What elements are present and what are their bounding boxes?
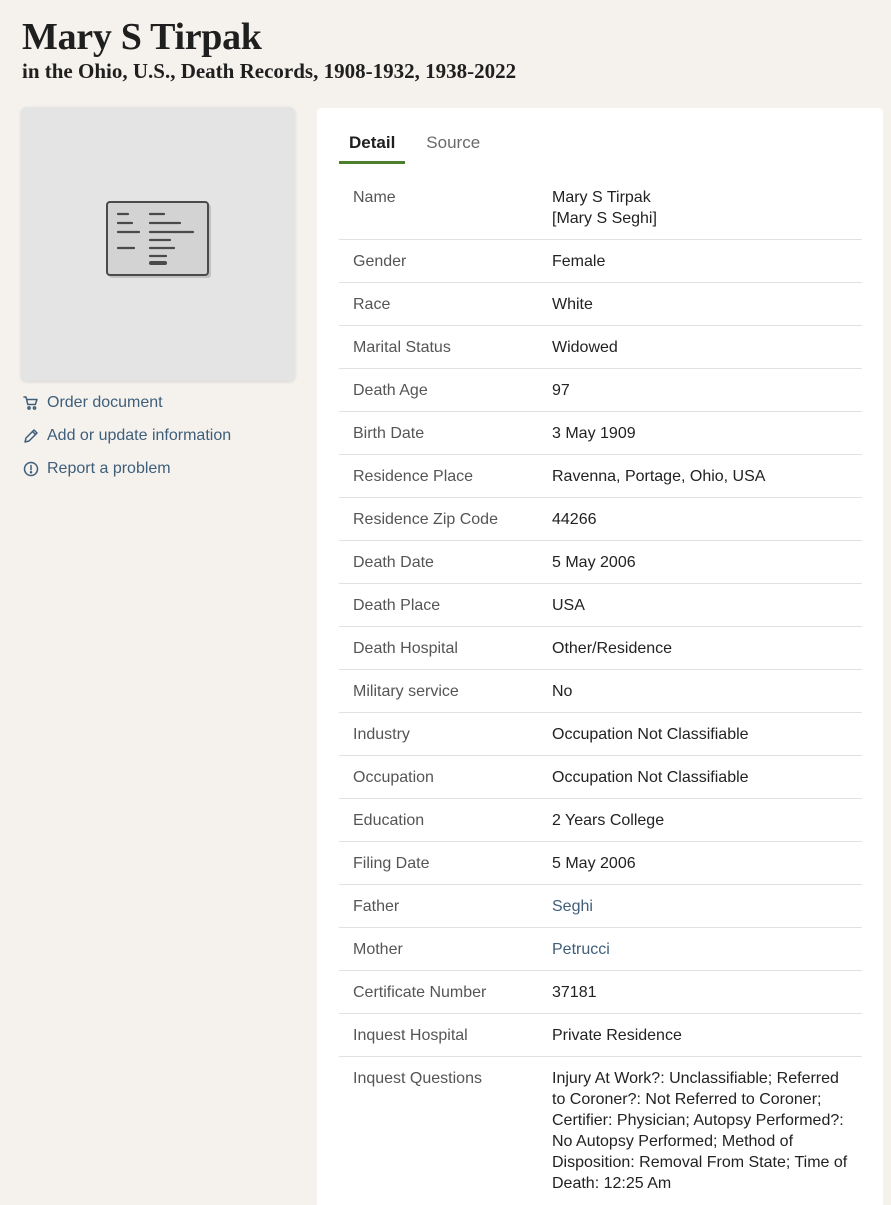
detail-row-death-place: Death Place USA [339, 584, 862, 627]
detail-value: 37181 [552, 984, 597, 1001]
detail-value: 5 May 2006 [552, 855, 636, 872]
detail-row-gender: Gender Female [339, 240, 862, 283]
detail-value: 97 [552, 382, 570, 399]
record-header: Mary S Tirpak in the Ohio, U.S., Death R… [22, 14, 516, 84]
detail-table: Name Mary S Tirpak [Mary S Seghi] Gender Fe… [339, 176, 862, 1204]
tab-source[interactable]: Source [416, 130, 490, 164]
detail-label: Birth Date [353, 425, 425, 442]
detail-label: Marital Status [353, 339, 451, 356]
document-record-icon [104, 199, 214, 284]
detail-label: Occupation [353, 769, 434, 786]
detail-value: USA [552, 597, 585, 614]
detail-label: Death Date [353, 554, 434, 571]
detail-row-race: Race White [339, 283, 862, 326]
collection-subtitle: in the Ohio, U.S., Death Records, 1908-1… [22, 59, 517, 83]
detail-value: Female [552, 253, 606, 270]
detail-value: Private Residence [552, 1027, 682, 1044]
detail-value: Widowed [552, 339, 618, 356]
tab-detail[interactable]: Detail [339, 130, 406, 164]
record-detail-panel: Detail Source Name Mary S Tirpak [Mary S … [317, 108, 883, 1205]
detail-value: Mary S Tirpak [Mary S Seghi] [552, 189, 657, 227]
detail-label: Death Age [353, 382, 428, 399]
detail-label: Mother [353, 941, 403, 958]
detail-label: Race [353, 296, 391, 313]
detail-row-industry: Industry Occupation Not Classifiable [339, 713, 862, 756]
detail-row-education: Education 2 Years College [339, 799, 862, 842]
add-update-info-label: Add or update information [47, 427, 232, 444]
detail-row-mother: Mother Petrucci [339, 928, 862, 971]
detail-row-residence-zip-code: Residence Zip Code 44266 [339, 498, 862, 541]
detail-row-death-hospital: Death Hospital Other/Residence [339, 627, 862, 670]
record-actions: Order document Add or update information… [22, 392, 231, 491]
detail-value: Occupation Not Classifiable [552, 726, 749, 743]
detail-label: Education [353, 812, 425, 829]
detail-label: Death Hospital [353, 640, 458, 657]
detail-value: Ravenna, Portage, Ohio, USA [552, 468, 766, 485]
detail-value: 2 Years College [552, 812, 665, 829]
detail-tabs: Detail Source [339, 130, 501, 164]
detail-row-certificate-number: Certificate Number 37181 [339, 971, 862, 1014]
detail-label: Industry [353, 726, 410, 743]
detail-value: 5 May 2006 [552, 554, 636, 571]
detail-value: No [552, 683, 573, 700]
order-document-link[interactable]: Order document [22, 392, 231, 414]
detail-value: 3 May 1909 [552, 425, 636, 442]
report-problem-label: Report a problem [47, 460, 171, 477]
detail-label: Inquest Hospital [353, 1027, 468, 1044]
detail-value-link[interactable]: Petrucci [552, 939, 852, 960]
detail-row-occupation: Occupation Occupation Not Classifiable [339, 756, 862, 799]
detail-row-birth-date: Birth Date 3 May 1909 [339, 412, 862, 455]
detail-row-inquest-hospital: Inquest Hospital Private Residence [339, 1014, 862, 1057]
detail-row-father: Father Seghi [339, 885, 862, 928]
detail-value: 44266 [552, 511, 597, 528]
detail-label: Filing Date [353, 855, 430, 872]
detail-row-residence-place: Residence Place Ravenna, Portage, Ohio, U… [339, 455, 862, 498]
detail-value: Injury At Work?: Unclassifiable; Referre… [552, 1070, 848, 1192]
detail-value: White [552, 296, 593, 313]
detail-value: Occupation Not Classifiable [552, 769, 749, 786]
detail-row-death-date: Death Date 5 May 2006 [339, 541, 862, 584]
detail-row-name: Name Mary S Tirpak [Mary S Seghi] [339, 176, 862, 240]
detail-label: Father [353, 898, 400, 915]
detail-row-marital-status: Marital Status Widowed [339, 326, 862, 369]
detail-row-filing-date: Filing Date 5 May 2006 [339, 842, 862, 885]
detail-label: Certificate Number [353, 984, 487, 1001]
report-problem-link[interactable]: Report a problem [22, 458, 231, 480]
pencil-icon [22, 427, 40, 445]
detail-row-inquest-questions: Inquest Questions Injury At Work?: Unclas… [339, 1057, 862, 1204]
detail-label: Name [353, 189, 396, 206]
alert-circle-icon [22, 460, 40, 478]
cart-icon [22, 394, 40, 412]
detail-label: Gender [353, 253, 407, 270]
add-update-info-link[interactable]: Add or update information [22, 425, 231, 447]
detail-label: Death Place [353, 597, 441, 614]
detail-label: Inquest Questions [353, 1070, 482, 1087]
detail-label: Residence Place [353, 468, 474, 485]
order-document-label: Order document [47, 394, 163, 411]
detail-row-military-service: Military service No [339, 670, 862, 713]
detail-value-link[interactable]: Seghi [552, 896, 852, 917]
detail-value: Other/Residence [552, 640, 673, 657]
detail-row-death-age: Death Age 97 [339, 369, 862, 412]
detail-label: Military service [353, 683, 459, 700]
detail-label: Residence Zip Code [353, 511, 498, 528]
page-title: Mary S Tirpak [22, 16, 262, 58]
